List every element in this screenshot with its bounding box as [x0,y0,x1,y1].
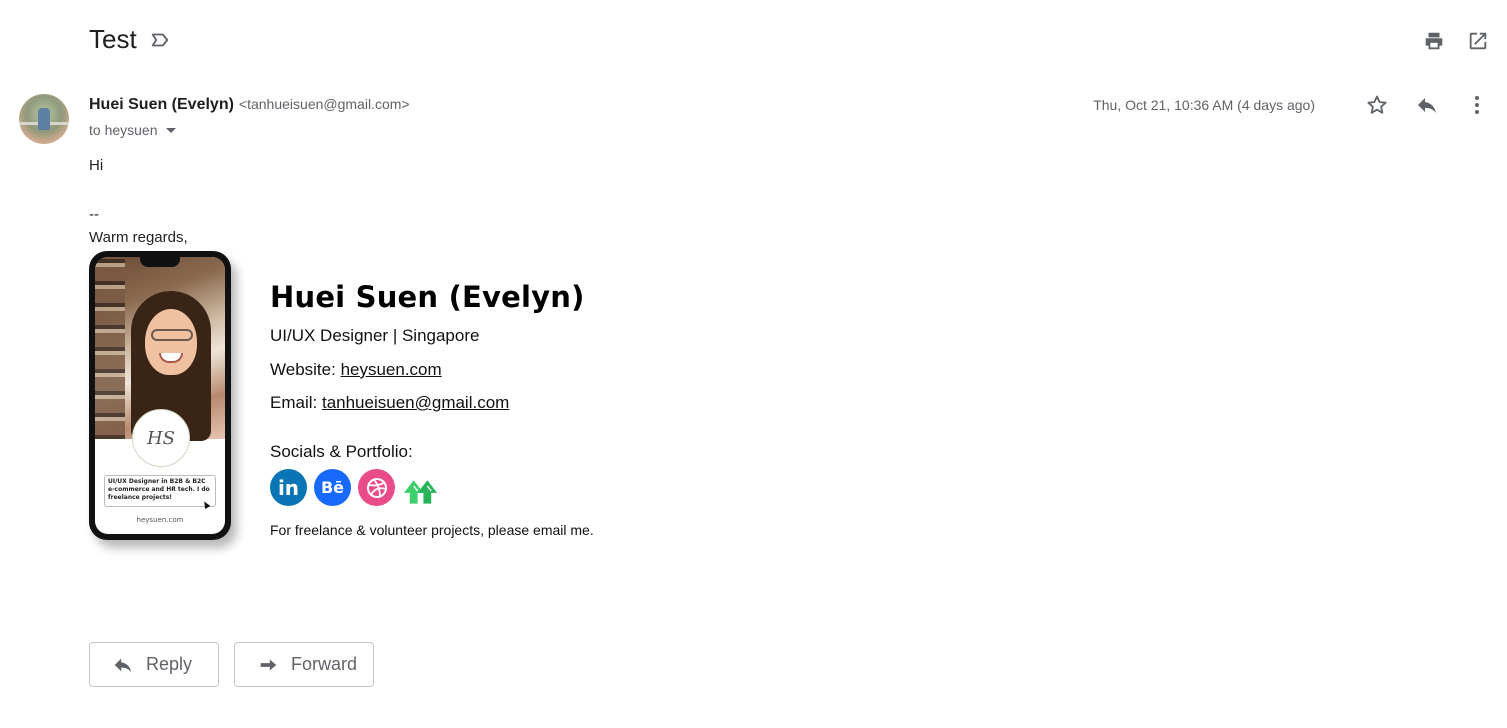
avatar[interactable] [19,94,69,144]
phone-face [145,309,197,375]
message-meta: Thu, Oct 21, 10:36 AM (4 days ago) [1093,93,1489,117]
message-date: Thu, Oct 21, 10:36 AM (4 days ago) [1093,97,1315,113]
subject-row: Test [89,24,171,55]
sender-name[interactable]: Huei Suen (Evelyn) [89,96,234,114]
social-links: in Bē [270,469,439,506]
sender-email: <tanhueisuen@gmail.com> [238,96,410,112]
chevron-down-icon [165,127,176,133]
avatar-figure [38,108,50,130]
print-icon[interactable] [1423,30,1445,52]
sender-line: Huei Suen (Evelyn) <tanhueisuen@gmail.co… [89,96,410,114]
reply-button[interactable]: Reply [89,642,219,687]
upwork-icon[interactable] [402,469,439,506]
phone-bookshelf [95,257,125,439]
website-label: Website: [270,360,341,379]
body-greeting: Hi [89,157,104,174]
more-vert-icon[interactable] [1465,93,1489,117]
reply-icon [112,654,134,676]
linkedin-icon[interactable]: in [270,469,307,506]
body-regards: Warm regards, [89,229,188,246]
open-in-new-icon[interactable] [1467,30,1489,52]
star-icon[interactable] [1365,93,1389,117]
phone-bio: UI/UX Designer in B2B & B2C e-commerce a… [104,475,216,507]
top-toolbar [1423,30,1489,52]
forward-label: Forward [291,654,358,674]
signature-phone-image: HS UI/UX Designer in B2B & B2C e-commerc… [89,251,231,540]
label-icon[interactable] [149,29,171,51]
forward-icon [257,654,279,676]
signature-website: Website: heysuen.com [270,360,442,380]
recipient-label: to heysuen [89,122,158,138]
signature-role: UI/UX Designer | Singapore [270,326,480,345]
behance-icon[interactable]: Bē [314,469,351,506]
socials-label: Socials & Portfolio: [270,442,413,461]
dribbble-icon[interactable] [358,469,395,506]
email-label: Email: [270,393,322,412]
reply-label: Reply [146,654,193,674]
forward-button[interactable]: Forward [234,642,374,687]
recipient-toggle[interactable]: to heysuen [89,122,176,138]
signature-name: Huei Suen (Evelyn) [270,280,585,314]
signature-email: Email: tanhueisuen@gmail.com [270,393,509,413]
email-subject: Test [89,24,137,54]
phone-glasses [151,329,193,341]
phone-notch [140,257,180,267]
body-dashes: -- [89,206,99,223]
phone-logo: HS [132,409,190,467]
email-link[interactable]: tanhueisuen@gmail.com [322,393,509,412]
phone-screen: HS UI/UX Designer in B2B & B2C e-commerc… [95,257,225,534]
signature-note: For freelance & volunteer projects, plea… [270,522,594,538]
reply-icon[interactable] [1415,93,1439,117]
website-link[interactable]: heysuen.com [341,360,442,379]
phone-url: heysuen.com [136,516,184,524]
